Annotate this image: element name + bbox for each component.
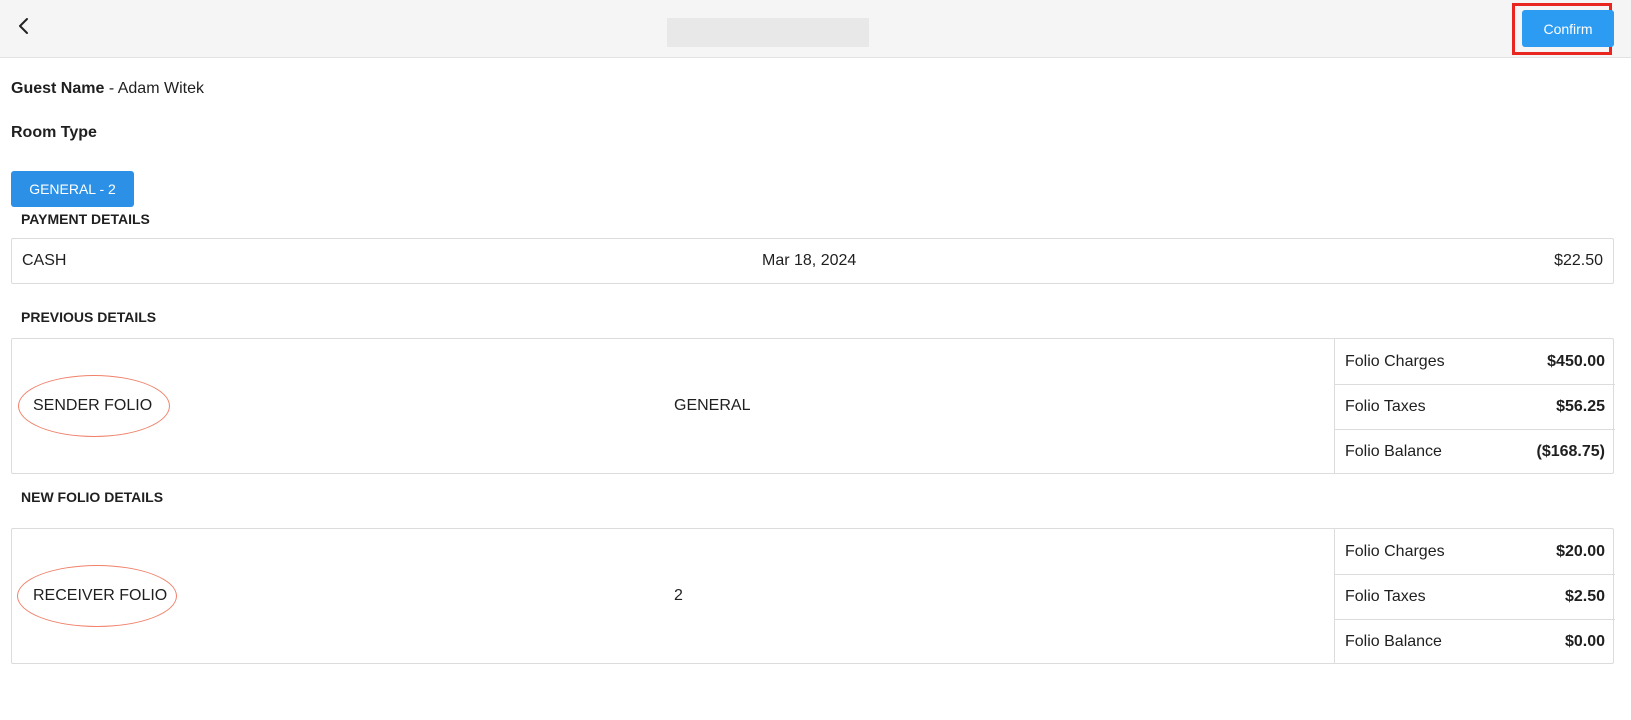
summary-label: Folio Balance bbox=[1345, 443, 1442, 460]
new-folio-details-box: RECEIVER FOLIO 2 Folio Charges $20.00 Fo… bbox=[11, 528, 1615, 664]
guest-name-label: Guest Name bbox=[11, 80, 105, 97]
previous-details-box: SENDER FOLIO GENERAL Folio Charges $450.… bbox=[11, 338, 1615, 474]
summary-label: Folio Charges bbox=[1345, 352, 1445, 370]
receiver-folio-label: RECEIVER FOLIO bbox=[33, 587, 168, 604]
new-folio-summary: Folio Charges $20.00 Folio Taxes $2.50 F… bbox=[1334, 529, 1615, 664]
payment-details-row: CASH Mar 18, 2024 $22.50 bbox=[11, 238, 1614, 284]
payment-date: Mar 18, 2024 bbox=[762, 252, 857, 269]
room-type-label: Room Type bbox=[11, 124, 97, 141]
page-title-placeholder bbox=[667, 18, 869, 47]
summary-value: $20.00 bbox=[1556, 542, 1605, 560]
summary-label: Folio Taxes bbox=[1345, 588, 1426, 605]
summary-value: $450.00 bbox=[1547, 352, 1605, 370]
summary-value: $56.25 bbox=[1556, 398, 1605, 415]
previous-folio-taxes-row: Folio Taxes $56.25 bbox=[1335, 384, 1615, 429]
previous-folio-balance-row: Folio Balance ($168.75) bbox=[1335, 429, 1615, 474]
previous-details-title: PREVIOUS DETAILS bbox=[21, 309, 157, 325]
confirm-button[interactable]: Confirm bbox=[1522, 10, 1614, 47]
back-button[interactable] bbox=[12, 12, 36, 40]
chevron-left-icon bbox=[19, 18, 28, 34]
payment-method: CASH bbox=[22, 252, 67, 269]
guest-name-line: Guest Name - Adam Witek bbox=[11, 80, 204, 98]
payment-amount: $22.50 bbox=[1554, 252, 1603, 269]
summary-value: $2.50 bbox=[1564, 588, 1605, 605]
new-folio-taxes-row: Folio Taxes $2.50 bbox=[1335, 574, 1615, 619]
payment-details-title: PAYMENT DETAILS bbox=[21, 211, 150, 227]
new-folio-balance-row: Folio Balance $0.00 bbox=[1335, 619, 1615, 664]
new-folio-details-title: NEW FOLIO DETAILS bbox=[21, 489, 164, 505]
summary-value: ($168.75) bbox=[1536, 443, 1606, 460]
previous-folio-summary: Folio Charges $450.00 Folio Taxes $56.25… bbox=[1334, 339, 1615, 474]
sender-folio-name: GENERAL bbox=[674, 397, 751, 414]
guest-name-value: - Adam Witek bbox=[108, 80, 204, 97]
receiver-folio-name: 2 bbox=[674, 587, 683, 604]
room-type-line: Room Type bbox=[11, 124, 97, 142]
summary-label: Folio Balance bbox=[1345, 633, 1442, 650]
summary-label: Folio Charges bbox=[1345, 542, 1445, 560]
summary-value: $0.00 bbox=[1564, 633, 1605, 650]
new-folio-charges-row: Folio Charges $20.00 bbox=[1335, 529, 1615, 574]
top-bar: Confirm bbox=[0, 0, 1631, 58]
sender-folio-label: SENDER FOLIO bbox=[33, 397, 153, 414]
previous-folio-charges-row: Folio Charges $450.00 bbox=[1335, 339, 1615, 384]
folio-tab-general-2[interactable]: GENERAL - 2 bbox=[11, 171, 134, 207]
summary-label: Folio Taxes bbox=[1345, 398, 1426, 415]
